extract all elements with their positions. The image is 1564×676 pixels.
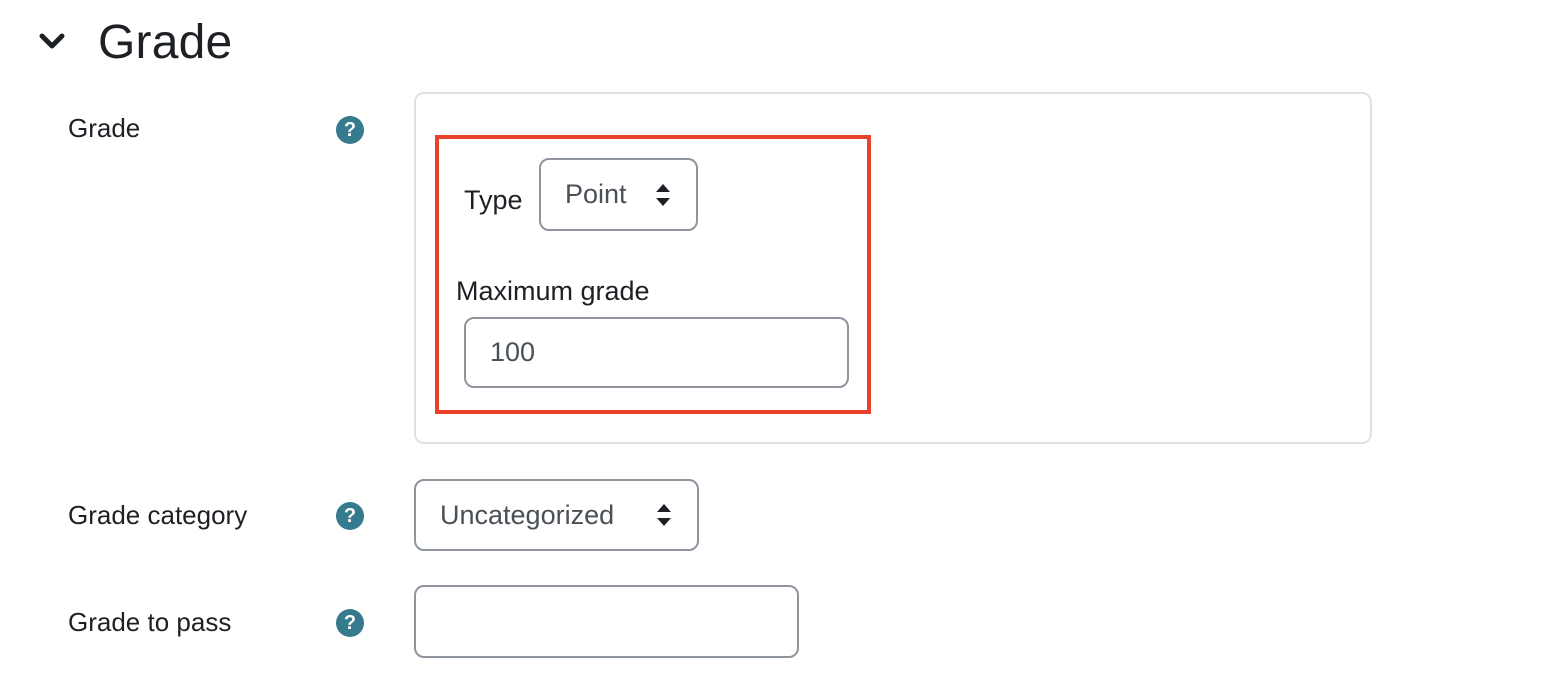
question-circle-icon[interactable]: ? (336, 609, 364, 637)
type-label: Type (464, 185, 523, 215)
grade-label: Grade (68, 113, 141, 143)
maximum-grade-input[interactable] (464, 317, 849, 388)
grade-to-pass-label: Grade to pass (68, 607, 232, 637)
chevron-down-icon[interactable] (32, 22, 72, 62)
grade-category-label: Grade category (68, 500, 248, 530)
section-title: Grade (98, 15, 233, 69)
grade-category-select[interactable]: Uncategorized (414, 479, 699, 551)
grade-category-value: Uncategorized (440, 499, 615, 530)
question-circle-icon[interactable]: ? (336, 116, 364, 144)
section-header-grade[interactable]: Grade (32, 12, 232, 72)
sort-arrows-icon (657, 504, 671, 526)
grade-to-pass-input[interactable] (414, 585, 799, 658)
grade-type-value: Point (565, 179, 627, 209)
sort-arrows-icon (656, 183, 670, 206)
question-circle-icon[interactable]: ? (336, 502, 364, 530)
grade-settings-page: Grade Grade ? Type Point Maximum grade G… (0, 0, 1564, 676)
maximum-grade-label: Maximum grade (456, 276, 650, 306)
grade-type-select[interactable]: Point (539, 158, 698, 231)
